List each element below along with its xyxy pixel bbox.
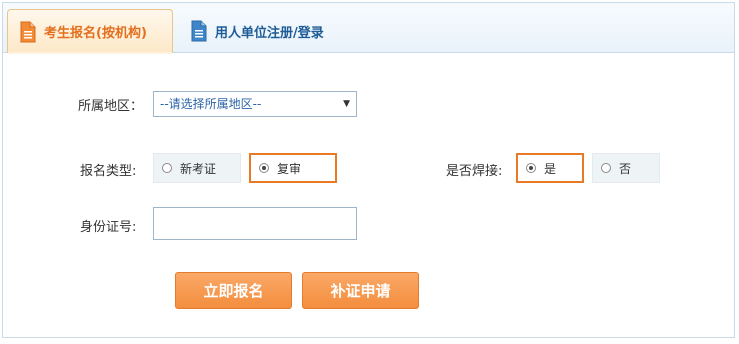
dropdown-arrow-icon: ▼ <box>343 99 350 109</box>
region-label: 所属地区： <box>78 99 144 114</box>
welding-label: 是否焊接: <box>446 164 503 179</box>
document-icon <box>191 20 207 42</box>
register-now-button[interactable]: 立即报名 <box>175 272 292 309</box>
reissue-certificate-button[interactable]: 补证申请 <box>302 272 419 309</box>
radio-label: 复审 <box>277 161 302 176</box>
tab-bar: 考生报名(按机构) 用人单位注册/登录 <box>3 3 734 54</box>
region-select[interactable]: --请选择所属地区-- ▼ <box>153 91 357 117</box>
radio-new-certificate[interactable]: 新考证 <box>153 153 241 183</box>
id-number-input[interactable] <box>153 207 357 240</box>
radio-unchecked-icon <box>601 163 611 173</box>
tab-label: 考生报名(按机构) <box>44 26 147 41</box>
radio-label: 是 <box>544 161 557 176</box>
radio-label: 否 <box>619 161 632 176</box>
tab-candidate-registration[interactable]: 考生报名(按机构) <box>7 9 173 54</box>
radio-unchecked-icon <box>162 163 172 173</box>
tab-employer-login[interactable]: 用人单位注册/登录 <box>179 9 349 53</box>
radio-label: 新考证 <box>180 161 217 176</box>
tab-label: 用人单位注册/登录 <box>215 25 324 41</box>
radio-checked-icon <box>526 163 536 173</box>
radio-checked-icon <box>259 163 269 173</box>
radio-welding-no[interactable]: 否 <box>592 153 660 183</box>
radio-review[interactable]: 复审 <box>249 153 337 183</box>
region-selected-value: --请选择所属地区-- <box>160 97 262 111</box>
document-icon <box>20 21 36 42</box>
registration-type-label: 报名类型: <box>80 164 137 179</box>
radio-welding-yes[interactable]: 是 <box>516 153 584 183</box>
id-number-label: 身份证号: <box>80 220 137 235</box>
